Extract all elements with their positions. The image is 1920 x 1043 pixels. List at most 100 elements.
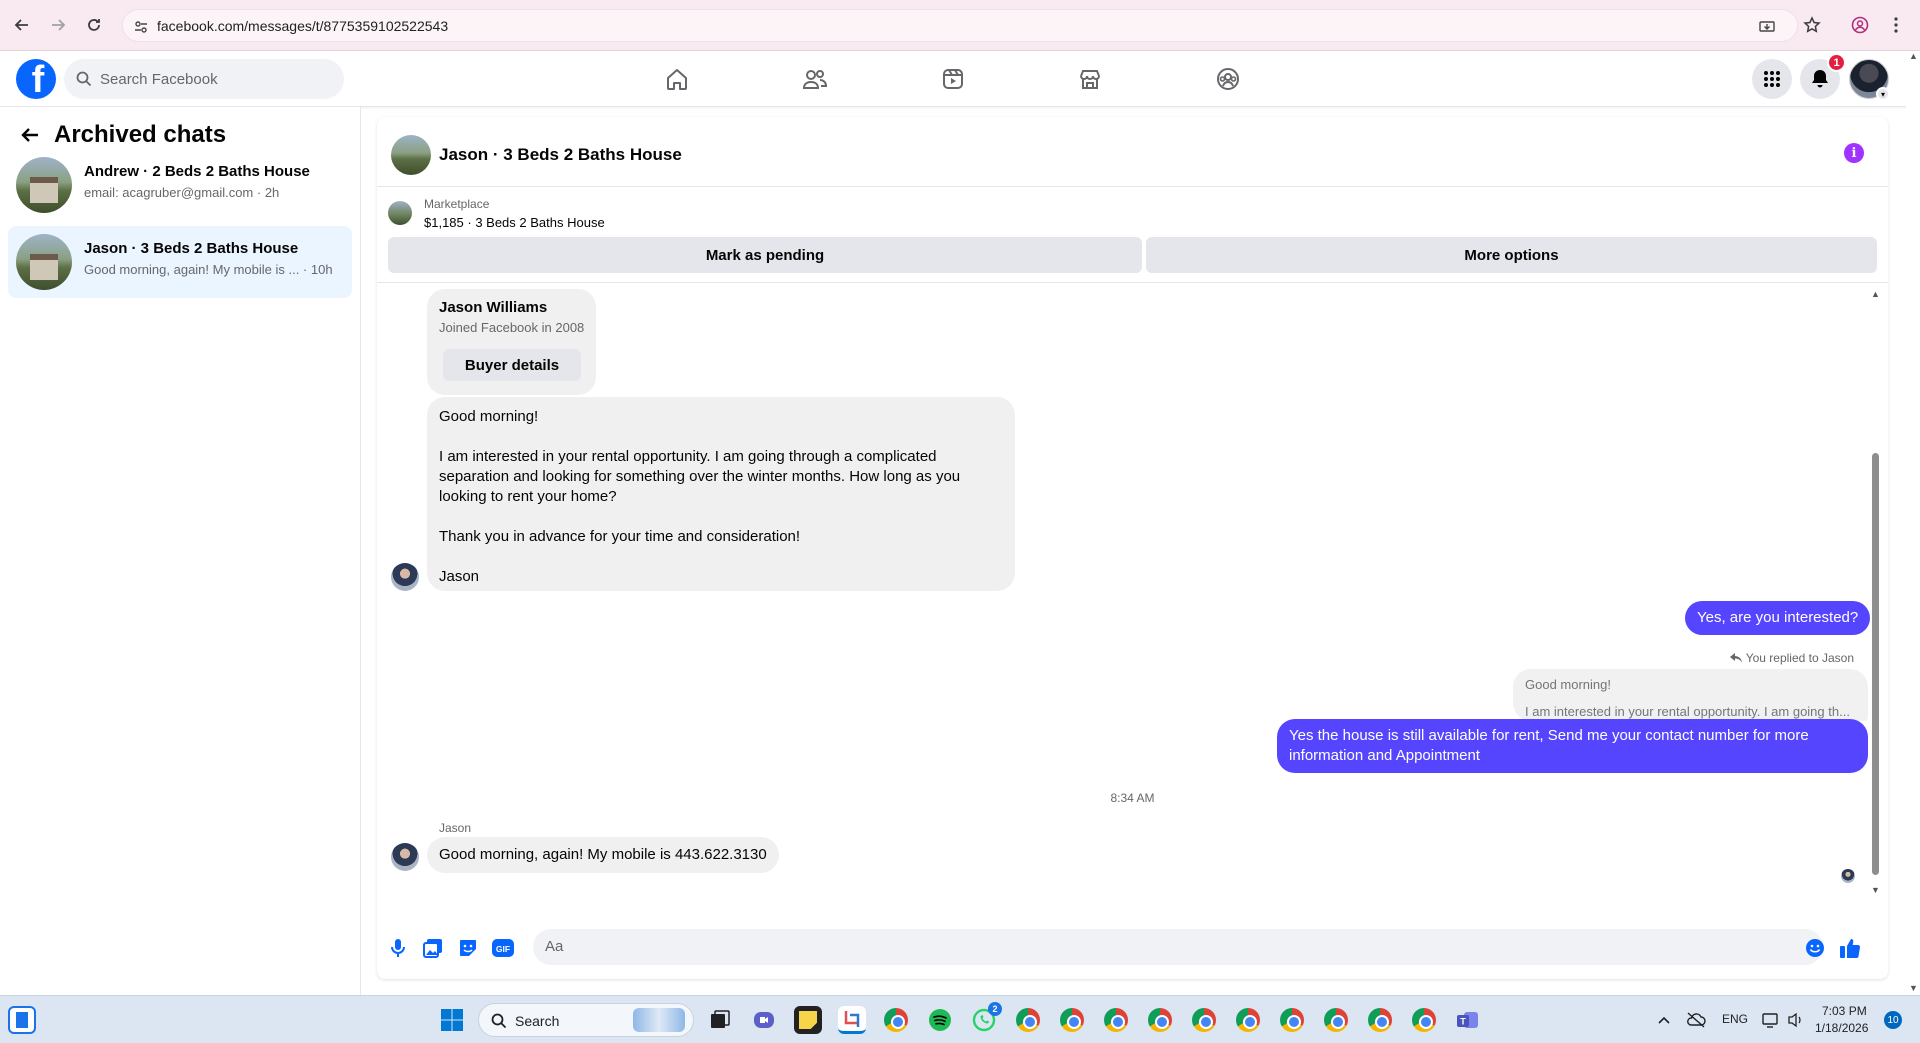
browser-toolbar: facebook.com/messages/t/8775359102522543 xyxy=(0,0,1920,51)
site-settings-icon[interactable] xyxy=(131,17,151,37)
message-input-placeholder: Aa xyxy=(545,938,564,955)
chrome-profile-icon[interactable] xyxy=(1058,1006,1086,1034)
video-icon[interactable] xyxy=(937,63,969,95)
scroll-up-arrow-icon[interactable]: ▲ xyxy=(1909,51,1918,61)
chrome-profile-icon[interactable] xyxy=(1102,1006,1130,1034)
notifications-bell-icon[interactable]: 1 xyxy=(1800,53,1846,99)
spotify-icon[interactable] xyxy=(926,1006,954,1034)
more-options-button[interactable]: More options xyxy=(1146,237,1877,273)
friends-icon[interactable] xyxy=(799,63,831,95)
chrome-profile-icon[interactable] xyxy=(1278,1006,1306,1034)
marketplace-icon[interactable] xyxy=(1074,63,1106,95)
whatsapp-icon[interactable]: 2 xyxy=(970,1002,1002,1034)
scrollbar-thumb[interactable] xyxy=(1872,453,1879,875)
notification-center-badge[interactable]: 10 xyxy=(1884,1011,1902,1029)
facebook-search-input[interactable]: Search Facebook xyxy=(64,59,344,99)
chat-list-item[interactable]: Andrew · 2 Beds 2 Baths House email: aca… xyxy=(8,149,352,221)
emoji-icon[interactable] xyxy=(1804,937,1826,959)
chat-list-item[interactable]: Jason · 3 Beds 2 Baths House Good mornin… xyxy=(8,226,352,298)
meet-icon[interactable] xyxy=(750,1006,778,1034)
microphone-icon[interactable] xyxy=(387,937,409,959)
address-bar[interactable]: facebook.com/messages/t/8775359102522543 xyxy=(122,9,1798,42)
message-bubble-outgoing[interactable]: Yes the house is still available for ren… xyxy=(1277,719,1868,773)
sender-avatar[interactable] xyxy=(391,563,419,591)
buyer-details-button[interactable]: Buyer details xyxy=(443,349,581,381)
home-icon[interactable] xyxy=(661,63,693,95)
scroll-down-arrow-icon[interactable]: ▼ xyxy=(1871,885,1880,895)
snipping-tool-icon[interactable] xyxy=(838,1006,866,1034)
profile-icon[interactable] xyxy=(1848,13,1872,37)
listing-thumbnail[interactable] xyxy=(391,135,431,175)
mark-as-pending-button[interactable]: Mark as pending xyxy=(388,237,1142,273)
message-input[interactable]: Aa xyxy=(533,929,1823,965)
groups-icon[interactable] xyxy=(1212,63,1244,95)
chevron-up-icon[interactable] xyxy=(1650,1006,1678,1034)
message-composer: GIF Aa xyxy=(377,925,1888,969)
sidebar-title: Archived chats xyxy=(54,121,227,148)
language-indicator[interactable]: ENG xyxy=(1722,1012,1748,1026)
chrome-profile-icon[interactable] xyxy=(1366,1006,1394,1034)
reply-note-text: You replied to Jason xyxy=(1745,651,1854,665)
listing-title[interactable]: $1,185 · 3 Beds 2 Baths House xyxy=(424,215,605,230)
menu-grid-icon[interactable] xyxy=(1752,59,1792,99)
sender-name-label: Jason xyxy=(439,821,472,835)
onedrive-offline-icon[interactable] xyxy=(1682,1006,1710,1034)
reply-icon xyxy=(1729,653,1742,663)
clock-time[interactable]: 7:03 PM xyxy=(1822,1004,1867,1018)
windows-start-icon[interactable] xyxy=(438,1006,466,1034)
sender-avatar[interactable] xyxy=(391,843,419,871)
search-highlight-image xyxy=(633,1008,685,1032)
message-line: Good morning! xyxy=(439,408,539,425)
message-timestamp: 8:34 AM xyxy=(1110,791,1155,805)
message-line: Yes the house is still available for ren… xyxy=(1289,727,1809,744)
chrome-icon[interactable] xyxy=(882,1006,910,1034)
message-bubble-outgoing[interactable]: Yes, are you interested? xyxy=(1685,601,1871,635)
scroll-down-arrow-icon[interactable]: ▼ xyxy=(1909,983,1918,993)
scroll-up-arrow-icon[interactable]: ▲ xyxy=(1871,289,1880,299)
quoted-line: I am interested in your rental opportuni… xyxy=(1525,704,1850,719)
clock-date[interactable]: 1/18/2026 xyxy=(1815,1021,1868,1035)
svg-text:GIF: GIF xyxy=(496,944,510,954)
seen-receipt-avatar xyxy=(1841,869,1855,883)
reload-icon[interactable] xyxy=(82,13,106,37)
menu-kebab-icon[interactable] xyxy=(1884,13,1908,37)
gif-icon[interactable]: GIF xyxy=(492,937,514,959)
message-line xyxy=(439,547,1003,567)
sticker-icon[interactable] xyxy=(457,937,479,959)
forward-arrow-icon[interactable] xyxy=(46,13,70,37)
buyer-profile-card: Jason Williams Joined Facebook in 2008 B… xyxy=(427,289,596,395)
teams-icon[interactable]: T xyxy=(1454,1006,1482,1034)
message-bubble[interactable]: Good morning, again! My mobile is 443.62… xyxy=(427,837,779,873)
install-app-icon[interactable] xyxy=(1757,17,1777,37)
thumbs-up-icon[interactable] xyxy=(1839,937,1861,959)
whatsapp-badge: 2 xyxy=(988,1002,1002,1016)
message-scrollbar[interactable]: ▲ ▼ xyxy=(1870,289,1880,899)
facebook-logo-icon[interactable]: f xyxy=(16,59,56,99)
page-scrollbar[interactable]: ▲ ▼ xyxy=(1906,51,1920,995)
message-bubble[interactable]: Good morning! I am interested in your re… xyxy=(427,397,1015,591)
sticky-notes-icon[interactable] xyxy=(794,1006,822,1034)
chevron-down-icon[interactable]: ▾ xyxy=(1876,87,1890,101)
widgets-icon[interactable] xyxy=(8,1006,36,1034)
url-text[interactable]: facebook.com/messages/t/8775359102522543 xyxy=(157,18,448,34)
taskbar-search-input[interactable]: Search xyxy=(478,1003,694,1037)
photo-icon[interactable] xyxy=(422,937,444,959)
quoted-message[interactable]: Good morning! I am interested in your re… xyxy=(1513,669,1868,721)
notification-badge: 1 xyxy=(1827,53,1846,72)
chrome-profile-icon[interactable] xyxy=(1322,1006,1350,1034)
conversation-title[interactable]: Jason · 3 Beds 2 Baths House xyxy=(439,145,682,165)
chrome-profile-icon[interactable] xyxy=(1234,1006,1262,1034)
info-icon[interactable]: i xyxy=(1844,143,1864,163)
chrome-profile-icon[interactable] xyxy=(1146,1006,1174,1034)
volume-icon[interactable] xyxy=(1782,1006,1810,1034)
task-view-icon[interactable] xyxy=(706,1006,734,1034)
chrome-profile-icon[interactable] xyxy=(1014,1006,1042,1034)
chrome-profile-icon[interactable] xyxy=(1410,1006,1438,1034)
chat-preview: email: acagruber@gmail.com · 2h xyxy=(84,185,280,200)
back-arrow-icon[interactable] xyxy=(10,13,34,37)
chat-name: Andrew · 2 Beds 2 Baths House xyxy=(84,163,310,180)
bookmark-star-icon[interactable] xyxy=(1800,13,1824,37)
facebook-header: f Search Facebook 1 ▾ xyxy=(0,51,1920,107)
back-arrow-icon[interactable] xyxy=(20,125,40,145)
chrome-profile-icon[interactable] xyxy=(1190,1006,1218,1034)
